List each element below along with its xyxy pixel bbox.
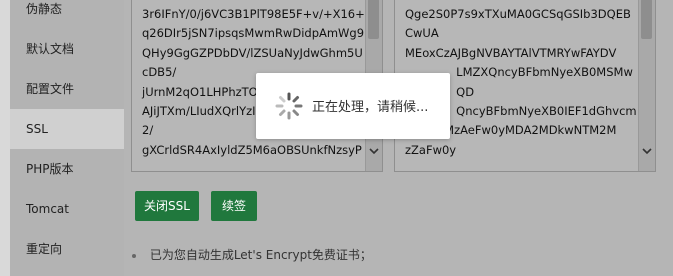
renew-button[interactable]: 续签 bbox=[211, 191, 257, 221]
page-edge bbox=[0, 0, 10, 276]
sidebar-item-redirect[interactable]: 重定向 bbox=[10, 229, 124, 269]
spinner-icon bbox=[274, 91, 304, 121]
sidebar-item-config-file[interactable]: 配置文件 bbox=[10, 69, 124, 109]
ssl-tips: 已为您自动生成Let's Encrypt免费证书； bbox=[132, 246, 372, 263]
tip-line: 已为您自动生成Let's Encrypt免费证书； bbox=[149, 248, 372, 262]
sidebar-item-php-version[interactable]: PHP版本 bbox=[10, 149, 124, 189]
pem-scroll-thumb[interactable] bbox=[641, 0, 652, 39]
sidebar-item-ssl[interactable]: SSL bbox=[10, 109, 124, 149]
chevron-down-icon[interactable] bbox=[369, 147, 379, 157]
site-settings-sidebar: 伪静态 默认文档 配置文件 SSL PHP版本 Tomcat 重定向 bbox=[10, 0, 124, 276]
sidebar-item-default-doc[interactable]: 默认文档 bbox=[10, 29, 124, 69]
close-ssl-button[interactable]: 关闭SSL bbox=[135, 191, 199, 221]
sidebar-item-tomcat[interactable]: Tomcat bbox=[10, 189, 124, 229]
bullet-icon bbox=[132, 253, 136, 258]
pem-scrollbar[interactable] bbox=[638, 0, 655, 171]
chevron-down-icon[interactable] bbox=[642, 147, 652, 157]
key-scroll-thumb[interactable] bbox=[368, 0, 379, 39]
sidebar-item-rewrite[interactable]: 伪静态 bbox=[10, 0, 124, 29]
loading-text: 正在处理，请稍候... bbox=[312, 100, 429, 115]
loading-dialog: 正在处理，请稍候... bbox=[256, 73, 450, 139]
